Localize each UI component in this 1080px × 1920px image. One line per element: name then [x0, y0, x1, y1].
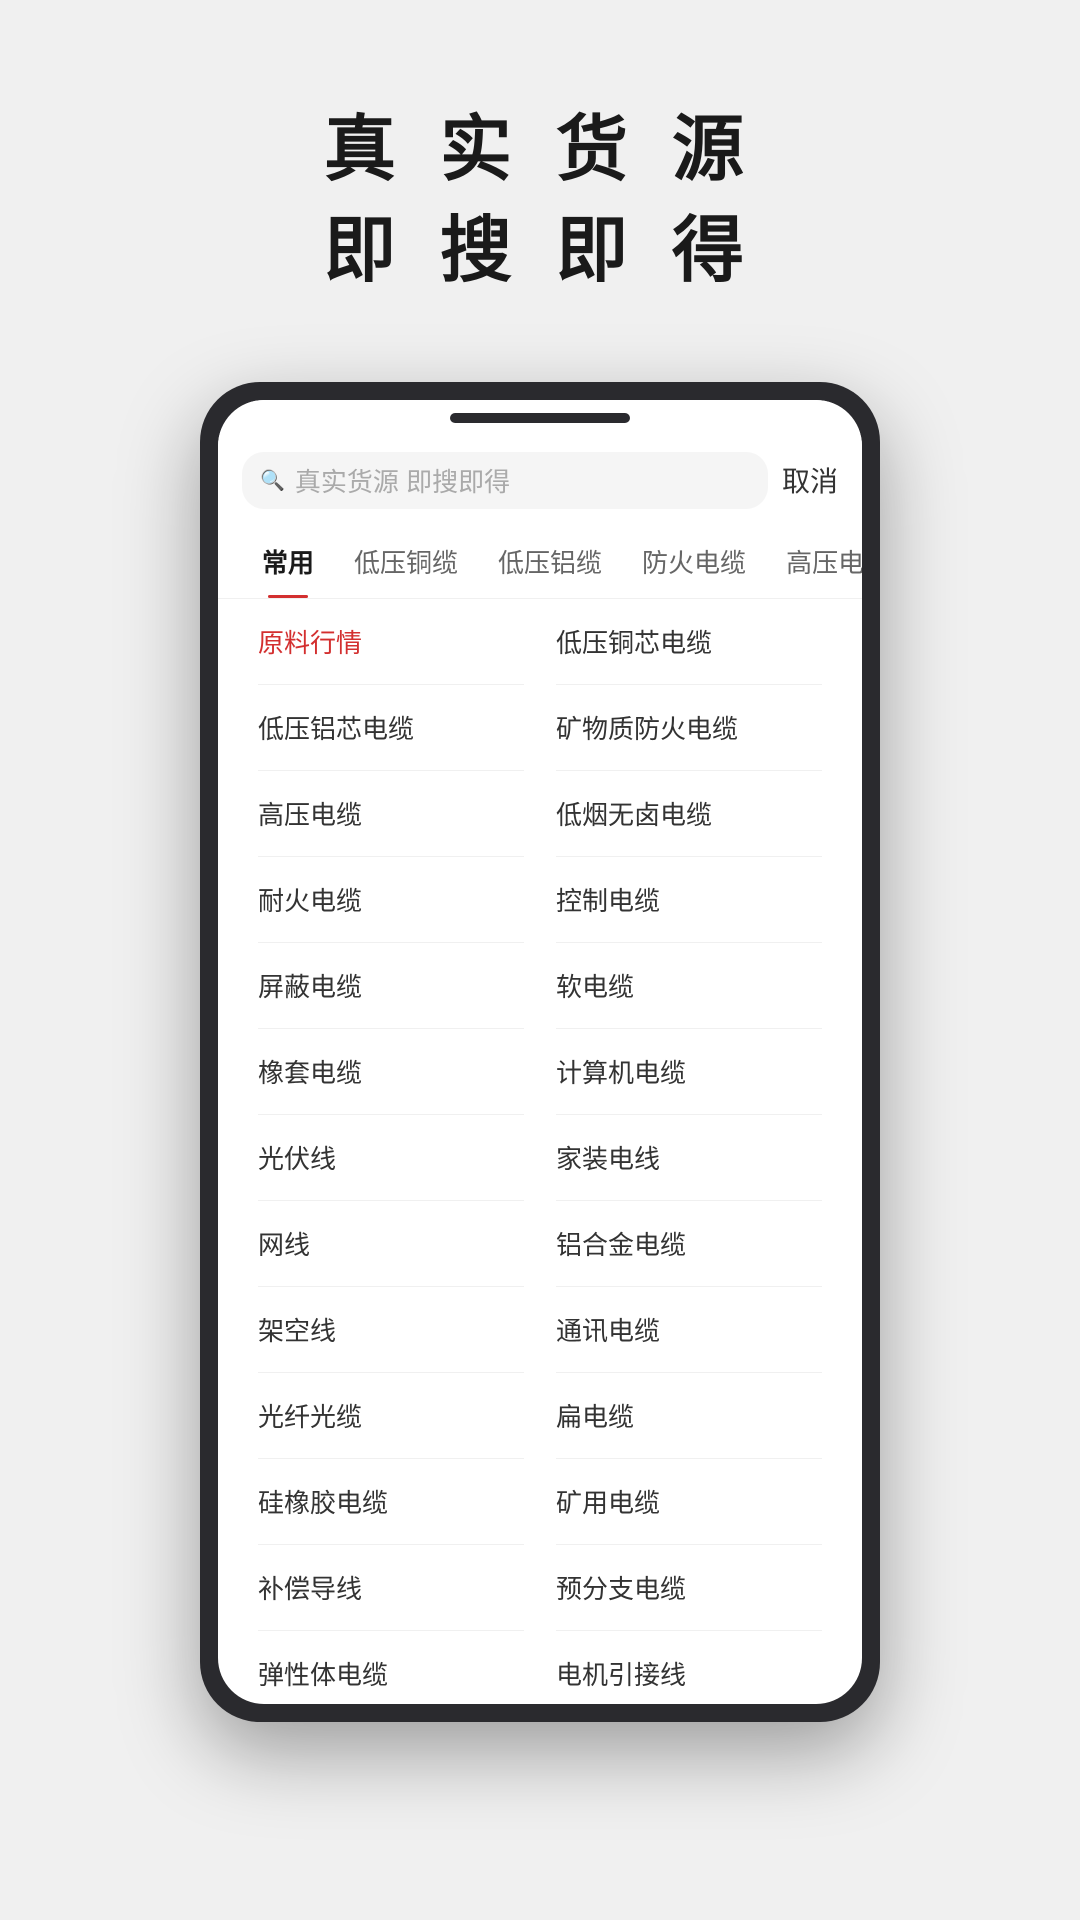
search-bar: 🔍 真实货源 即搜即得 取消: [218, 436, 862, 525]
tabs-container: 常用 低压铜缆 低压铝缆 防火电缆 高压电 ☰: [218, 525, 862, 599]
headline: 真 实 货 源 即 搜 即 得: [324, 100, 756, 302]
tab-防火电缆[interactable]: 防火电缆: [622, 525, 766, 598]
list-item-left-0[interactable]: 原料行情: [242, 599, 540, 684]
list-item-left-8[interactable]: 架空线: [242, 1287, 540, 1372]
list-item-left-4[interactable]: 屏蔽电缆: [242, 943, 540, 1028]
list-item-left-2[interactable]: 高压电缆: [242, 771, 540, 856]
headline-line2: 即 搜 即 得: [324, 201, 756, 302]
list-item-left-12[interactable]: 弹性体电缆: [242, 1631, 540, 1704]
search-placeholder: 真实货源 即搜即得: [295, 462, 510, 499]
tab-低压铜缆[interactable]: 低压铜缆: [334, 525, 478, 598]
phone-screen: 🔍 真实货源 即搜即得 取消 常用 低压铜缆 低压铝缆 防火电缆 高压电 ☰: [218, 400, 862, 1704]
tab-高压电[interactable]: 高压电: [766, 525, 862, 598]
list-item-right-8[interactable]: 通讯电缆: [540, 1287, 838, 1372]
list-item-left-6[interactable]: 光伏线: [242, 1115, 540, 1200]
cancel-button[interactable]: 取消: [782, 460, 838, 500]
list-item-right-9[interactable]: 扁电缆: [540, 1373, 838, 1458]
content-list: 原料行情低压铜芯电缆低压铝芯电缆矿物质防火电缆高压电缆低烟无卤电缆耐火电缆控制电…: [218, 599, 862, 1704]
tab-低压铝缆[interactable]: 低压铝缆: [478, 525, 622, 598]
list-item-left-5[interactable]: 橡套电缆: [242, 1029, 540, 1114]
list-item-left-3[interactable]: 耐火电缆: [242, 857, 540, 942]
phone-mockup: 🔍 真实货源 即搜即得 取消 常用 低压铜缆 低压铝缆 防火电缆 高压电 ☰: [200, 382, 880, 1722]
search-input-wrapper[interactable]: 🔍 真实货源 即搜即得: [242, 452, 768, 509]
list-item-left-1[interactable]: 低压铝芯电缆: [242, 685, 540, 770]
list-item-left-9[interactable]: 光纤光缆: [242, 1373, 540, 1458]
list-item-right-0[interactable]: 低压铜芯电缆: [540, 599, 838, 684]
list-item-right-3[interactable]: 控制电缆: [540, 857, 838, 942]
tab-常用[interactable]: 常用: [242, 525, 334, 598]
list-item-right-12[interactable]: 电机引接线: [540, 1631, 838, 1704]
search-icon: 🔍: [260, 468, 285, 493]
list-item-left-7[interactable]: 网线: [242, 1201, 540, 1286]
phone-notch: [218, 400, 862, 436]
list-item-right-11[interactable]: 预分支电缆: [540, 1545, 838, 1630]
notch-bar: [450, 413, 630, 423]
list-item-right-2[interactable]: 低烟无卤电缆: [540, 771, 838, 856]
list-item-right-5[interactable]: 计算机电缆: [540, 1029, 838, 1114]
list-item-right-1[interactable]: 矿物质防火电缆: [540, 685, 838, 770]
list-item-right-6[interactable]: 家装电线: [540, 1115, 838, 1200]
list-item-left-11[interactable]: 补偿导线: [242, 1545, 540, 1630]
list-item-right-7[interactable]: 铝合金电缆: [540, 1201, 838, 1286]
list-item-right-10[interactable]: 矿用电缆: [540, 1459, 838, 1544]
list-grid: 原料行情低压铜芯电缆低压铝芯电缆矿物质防火电缆高压电缆低烟无卤电缆耐火电缆控制电…: [242, 599, 838, 1704]
list-item-left-10[interactable]: 硅橡胶电缆: [242, 1459, 540, 1544]
list-item-right-4[interactable]: 软电缆: [540, 943, 838, 1028]
headline-line1: 真 实 货 源: [324, 100, 756, 201]
